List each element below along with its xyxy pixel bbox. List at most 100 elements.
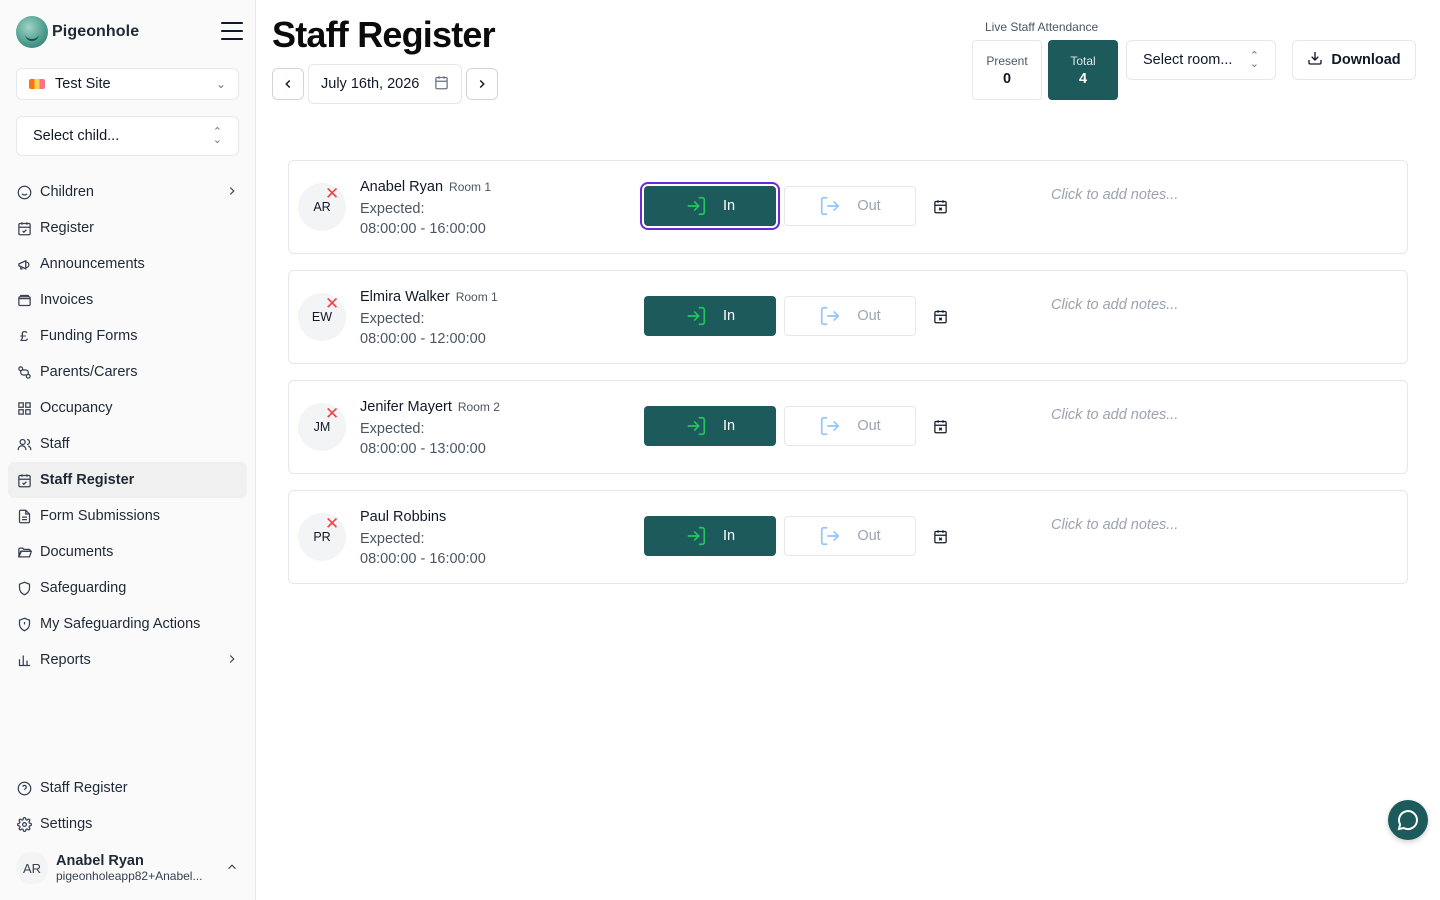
sign-in-button[interactable]: In (644, 406, 776, 446)
staff-row: AR ✕ Anabel Ryan Room 1 Expected: 08:00:00… (288, 160, 1408, 254)
brand[interactable]: Pigeonhole (16, 16, 139, 48)
absent-x-icon[interactable]: ✕ (325, 185, 339, 202)
menu-toggle-icon[interactable] (221, 22, 243, 40)
sign-in-label: In (722, 198, 736, 214)
total-label: Total (1070, 53, 1096, 68)
notes-field[interactable]: Click to add notes... (1051, 187, 1178, 203)
child-select[interactable]: Select child... ⌃ ⌄ (16, 116, 239, 156)
help-circle-icon (16, 780, 32, 796)
staff-name-line: Anabel Ryan Room 1 (360, 179, 491, 195)
calendar-x-icon[interactable] (932, 418, 948, 434)
chevron-right-icon (479, 79, 485, 89)
date-picker[interactable]: July 16th, 2026 (308, 64, 462, 104)
staff-room: Room 1 (449, 180, 492, 194)
calendar-icon (434, 75, 449, 94)
sidebar-item-form-submissions[interactable]: Form Submissions (8, 498, 247, 534)
staff-name-line: Paul Robbins (360, 509, 452, 525)
expected-times: Expected: 08:00:00 - 16:00:00 (360, 529, 486, 569)
sidebar-item-label: Announcements (40, 256, 145, 272)
sidebar-item-label: Staff Register (40, 780, 128, 796)
brand-name: Pigeonhole (52, 23, 140, 40)
notes-field[interactable]: Click to add notes... (1051, 517, 1178, 533)
smile-icon (16, 184, 32, 200)
user-name: Anabel Ryan (56, 853, 144, 869)
download-button[interactable]: Download (1292, 40, 1416, 80)
calendar-x-icon[interactable] (932, 528, 948, 544)
bar-chart-icon (16, 652, 32, 668)
sidebar-item-occupancy[interactable]: Occupancy (8, 390, 247, 426)
expected-label: Expected: (360, 531, 425, 547)
sign-out-button[interactable]: Out (784, 296, 916, 336)
staff-name: Anabel Ryan (360, 179, 444, 195)
sidebar-item-help[interactable]: Staff Register (8, 770, 247, 806)
sign-in-button[interactable]: In (644, 186, 776, 226)
git-compare-icon (16, 364, 32, 380)
sidebar-item-children[interactable]: Children (8, 174, 247, 210)
sign-out-button[interactable]: Out (784, 186, 916, 226)
sidebar-item-documents[interactable]: Documents (8, 534, 247, 570)
sidebar-item-label: My Safeguarding Actions (40, 616, 201, 632)
next-day-button[interactable] (466, 68, 498, 100)
sign-out-label: Out (857, 418, 881, 434)
sidebar-item-settings[interactable]: Settings (8, 806, 247, 842)
sidebar-item-register[interactable]: Register (8, 210, 247, 246)
page-title: Staff Register (272, 14, 496, 55)
sign-in-label: In (722, 418, 736, 434)
calendar-x-icon[interactable] (932, 198, 948, 214)
sidebar-item-my-safeguarding-actions[interactable]: My Safeguarding Actions (8, 606, 247, 642)
expected-label: Expected: (360, 201, 425, 217)
notes-field[interactable]: Click to add notes... (1051, 297, 1178, 313)
sign-in-button[interactable]: In (644, 296, 776, 336)
sidebar-item-announcements[interactable]: Announcements (8, 246, 247, 282)
sidebar-item-label: Occupancy (40, 400, 113, 416)
users-icon (16, 436, 32, 452)
chevron-up-icon (225, 860, 239, 877)
sign-out-button[interactable]: Out (784, 516, 916, 556)
sidebar-item-label: Reports (40, 652, 91, 668)
avatar: AR (16, 852, 48, 884)
sidebar-item-reports[interactable]: Reports (8, 642, 247, 678)
wallet-icon (16, 292, 32, 308)
site-select-value: Test Site (55, 76, 111, 92)
sign-in-button[interactable]: In (644, 516, 776, 556)
absent-x-icon[interactable]: ✕ (325, 405, 339, 422)
staff-name-line: Elmira Walker Room 1 (360, 289, 498, 305)
expected-value: 08:00:00 - 13:00:00 (360, 441, 486, 457)
megaphone-icon (16, 256, 32, 272)
present-label: Present (986, 53, 1028, 68)
sign-out-label: Out (857, 198, 881, 214)
sidebar-item-invoices[interactable]: Invoices (8, 282, 247, 318)
absent-x-icon[interactable]: ✕ (325, 295, 339, 312)
sign-out-button[interactable]: Out (784, 406, 916, 446)
sidebar-item-label: Children (40, 184, 94, 200)
absent-x-icon[interactable]: ✕ (325, 515, 339, 532)
sidebar-item-staff-register[interactable]: Staff Register (8, 462, 247, 498)
user-info: Anabel Ryan pigeonholeapp82+Anabel... (56, 853, 216, 883)
site-select[interactable]: Test Site ⌄ (16, 68, 239, 100)
expected-value: 08:00:00 - 16:00:00 (360, 551, 486, 567)
log-out-icon (819, 525, 841, 547)
staff-name: Jenifer Mayert (360, 399, 452, 415)
expected-label: Expected: (360, 421, 425, 437)
chevron-right-icon (225, 184, 239, 201)
notes-field[interactable]: Click to add notes... (1051, 407, 1178, 423)
total-stat: Total 4 (1048, 40, 1118, 100)
sidebar-item-staff[interactable]: Staff (8, 426, 247, 462)
staff-name-line: Jenifer Mayert Room 2 (360, 399, 500, 415)
expected-value: 08:00:00 - 16:00:00 (360, 221, 486, 237)
log-out-icon (819, 195, 841, 217)
expected-times: Expected: 08:00:00 - 12:00:00 (360, 309, 486, 349)
sidebar-item-parents-carers[interactable]: Parents/Carers (8, 354, 247, 390)
chat-button[interactable] (1388, 800, 1428, 840)
sidebar-item-safeguarding[interactable]: Safeguarding (8, 570, 247, 606)
chevron-right-icon (225, 652, 239, 669)
staff-room: Room 2 (457, 400, 500, 414)
sidebar-bottom-nav: Staff Register Settings (8, 770, 247, 842)
room-select[interactable]: Select room... ⌃ ⌄ (1126, 40, 1276, 80)
download-label: Download (1331, 52, 1401, 68)
sidebar-item-label: Register (40, 220, 94, 236)
sidebar-item-funding-forms[interactable]: £ Funding Forms (8, 318, 247, 354)
previous-day-button[interactable] (272, 68, 304, 100)
user-menu[interactable]: AR Anabel Ryan pigeonholeapp82+Anabel... (8, 846, 247, 890)
calendar-x-icon[interactable] (932, 308, 948, 324)
